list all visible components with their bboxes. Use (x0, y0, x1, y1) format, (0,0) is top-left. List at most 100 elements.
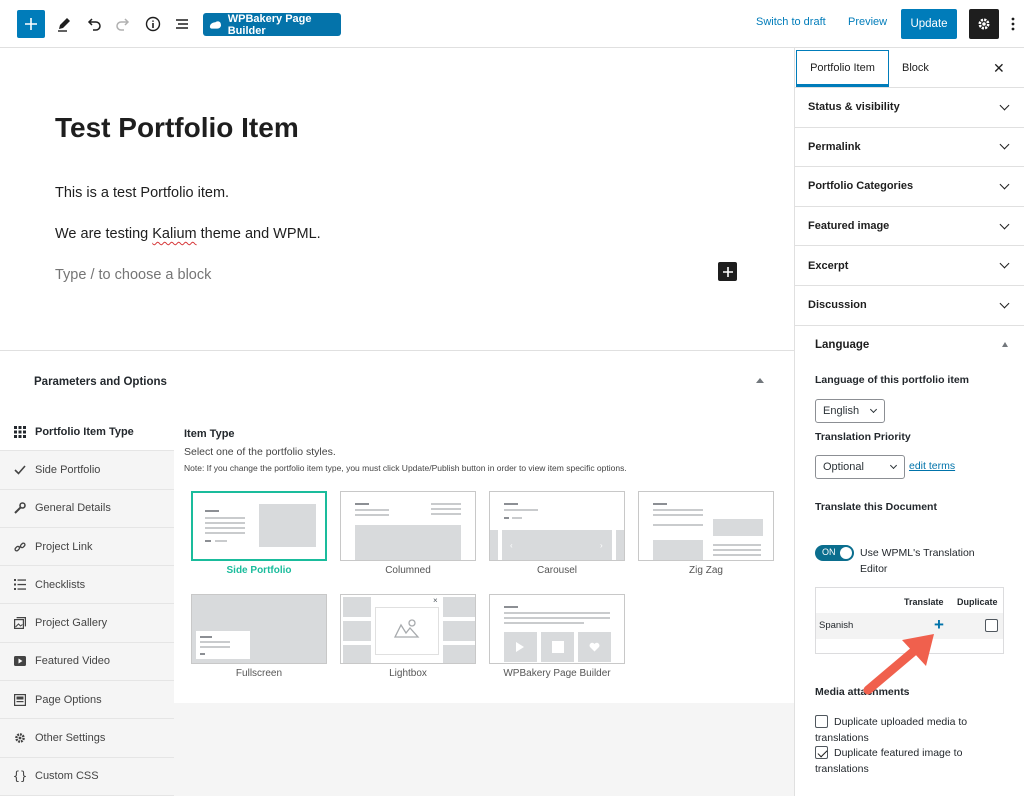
more-options-button[interactable] (1007, 14, 1019, 34)
close-icon: ✕ (993, 60, 1005, 76)
tab-other-settings[interactable]: Other Settings (0, 719, 174, 758)
item-type-description: Select one of the portfolio styles. (184, 446, 336, 458)
annotation-arrow-icon (863, 634, 934, 695)
tab-checklists[interactable]: Checklists (0, 566, 174, 605)
style-option-zig-zag[interactable]: Zig Zag (638, 491, 774, 576)
tools-button[interactable] (50, 10, 78, 38)
language-panel: Language (795, 326, 1024, 796)
panel-title: Permalink (808, 140, 861, 153)
check-icon (13, 463, 27, 477)
gear-icon (13, 731, 27, 745)
tab-side-portfolio[interactable]: Side Portfolio (0, 451, 174, 490)
block-placeholder[interactable]: Type / to choose a block (55, 267, 211, 283)
switch-to-draft-link[interactable]: Switch to draft (756, 16, 826, 28)
tab-portfolio-item[interactable]: Portfolio Item (796, 50, 889, 87)
inline-add-block-button[interactable] (718, 262, 737, 281)
tab-general-details[interactable]: General Details (0, 490, 174, 528)
link-icon (13, 540, 27, 554)
style-option-side-portfolio[interactable]: Side Portfolio (191, 491, 327, 576)
chevron-down-icon (999, 258, 1010, 269)
image-placeholder-icon (393, 619, 420, 638)
paragraph-block[interactable]: We are testing Kalium theme and WPML. (55, 226, 321, 242)
panel-excerpt[interactable]: Excerpt (795, 246, 1024, 286)
preview-link[interactable]: Preview (848, 16, 887, 28)
redo-button[interactable] (109, 10, 137, 38)
style-option-lightbox[interactable]: × Lightbox (340, 594, 476, 679)
pencil-icon (58, 18, 70, 32)
panel-title[interactable]: Language (815, 339, 869, 351)
plus-icon (25, 18, 37, 30)
play-icon (516, 642, 524, 652)
style-option-fullscreen[interactable]: Fullscreen (191, 594, 327, 679)
panel-background (174, 703, 794, 796)
tab-label: Project Gallery (35, 617, 108, 630)
tab-label: Custom CSS (35, 770, 99, 783)
tab-project-gallery[interactable]: Project Gallery (0, 604, 174, 643)
chevron-left-icon: ‹ (510, 541, 513, 550)
tab-label: General Details (35, 502, 111, 515)
update-button[interactable]: Update (901, 9, 957, 39)
style-thumbnail: ‹ › (489, 491, 625, 561)
tab-label: Page Options (35, 693, 102, 706)
item-type-panel: Item Type Select one of the portfolio st… (174, 413, 794, 703)
panel-featured-image[interactable]: Featured image (795, 207, 1024, 247)
settings-button[interactable] (969, 9, 999, 39)
tab-custom-css[interactable]: {} Custom CSS (0, 758, 174, 796)
vertical-dots-icon (1011, 17, 1015, 31)
style-thumbnail (489, 594, 625, 664)
tab-featured-video[interactable]: Featured Video (0, 643, 174, 682)
item-type-title: Item Type (184, 428, 235, 440)
grid-icon (13, 425, 27, 439)
style-label: Zig Zag (689, 565, 723, 576)
style-label: Columned (385, 565, 431, 576)
editor-toolbar: WPBakery Page Builder Switch to draft Pr… (0, 0, 1024, 48)
item-type-note: Note: If you change the portfolio item t… (184, 463, 627, 473)
page-options-icon (13, 693, 27, 707)
info-icon (145, 16, 161, 32)
chevron-down-icon (999, 298, 1010, 309)
paragraph-block[interactable]: This is a test Portfolio item. (55, 185, 229, 201)
post-title[interactable]: Test Portfolio Item (55, 112, 299, 144)
panel-permalink[interactable]: Permalink (795, 128, 1024, 168)
collapse-caret-icon[interactable] (756, 378, 764, 383)
chevron-down-icon (999, 179, 1010, 190)
undo-button[interactable] (80, 10, 108, 38)
tab-project-link[interactable]: Project Link (0, 528, 174, 567)
heart-icon (589, 642, 600, 652)
style-option-wpbakery[interactable]: WPBakery Page Builder (489, 594, 625, 679)
style-thumbnail (340, 491, 476, 561)
tab-block[interactable]: Block (902, 62, 929, 74)
style-label: Carousel (536, 565, 578, 576)
style-label: Side Portfolio (226, 565, 292, 576)
tab-label: Project Link (35, 540, 93, 553)
collapse-caret-icon[interactable] (1002, 342, 1008, 347)
panel-title: Excerpt (808, 259, 849, 272)
style-option-columned[interactable]: Columned (340, 491, 476, 576)
chevron-down-icon (999, 219, 1010, 230)
list-view-button[interactable] (168, 10, 196, 38)
chevron-right-icon: › (600, 541, 603, 550)
panel-portfolio-categories[interactable]: Portfolio Categories (795, 167, 1024, 207)
add-block-button[interactable] (17, 10, 45, 38)
style-option-carousel[interactable]: ‹ › Carousel (489, 491, 625, 576)
tab-label: Featured Video (35, 655, 111, 668)
panel-discussion[interactable]: Discussion (795, 286, 1024, 326)
close-sidebar-button[interactable]: ✕ (993, 60, 1005, 77)
panel-status-visibility[interactable]: Status & visibility (795, 88, 1024, 128)
braces-icon: {} (12, 769, 28, 784)
tab-page-options[interactable]: Page Options (0, 681, 174, 720)
style-thumbnail: × (340, 594, 476, 664)
details-button[interactable] (139, 10, 167, 38)
paragraph-text: We are testing (55, 226, 153, 242)
style-label: Lightbox (389, 668, 427, 679)
video-icon (13, 654, 27, 668)
spellcheck-word: Kalium (152, 226, 197, 242)
wpbakery-button[interactable]: WPBakery Page Builder (203, 13, 341, 37)
tab-portfolio-item-type[interactable]: Portfolio Item Type (0, 413, 174, 452)
wpbakery-logo-icon (209, 20, 222, 29)
editor-canvas: Test Portfolio Item This is a test Portf… (0, 48, 794, 350)
options-tab-list: Portfolio Item Type Side Portfolio Gener… (0, 413, 174, 796)
panel-title: Featured image (808, 220, 890, 233)
style-thumbnail (638, 491, 774, 561)
chevron-down-icon (999, 100, 1010, 111)
